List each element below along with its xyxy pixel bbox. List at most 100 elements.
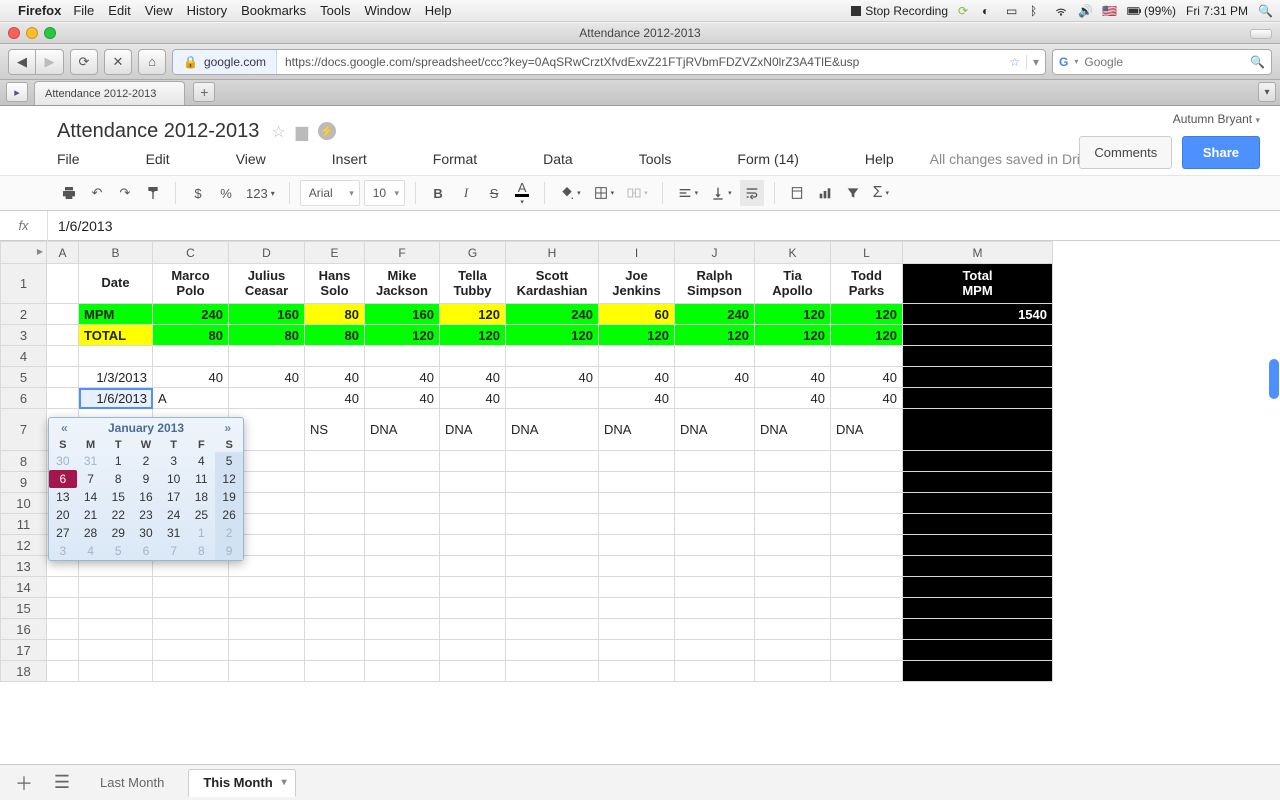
cell[interactable] — [365, 472, 440, 493]
calendar-day[interactable]: 24 — [160, 506, 188, 524]
cell[interactable] — [305, 640, 365, 661]
cell[interactable] — [79, 661, 153, 682]
cell[interactable] — [506, 346, 599, 367]
docs-menu-help[interactable]: Help — [865, 151, 894, 167]
col-head-F[interactable]: F — [365, 242, 440, 264]
header-cell[interactable]: JuliusCeasar — [229, 264, 305, 304]
row-head-2[interactable]: 2 — [1, 304, 47, 325]
cell[interactable] — [365, 661, 440, 682]
docs-menu-edit[interactable]: Edit — [146, 151, 170, 167]
docs-menu-format[interactable]: Format — [433, 151, 477, 167]
cell[interactable] — [153, 619, 229, 640]
cell[interactable]: TOTAL — [79, 325, 153, 346]
stop-recording-button[interactable]: Stop Recording — [851, 4, 948, 18]
cell[interactable]: 60 — [599, 304, 675, 325]
cell[interactable] — [305, 619, 365, 640]
calendar-day[interactable]: 19 — [215, 488, 243, 506]
mac-menu-help[interactable]: Help — [425, 3, 452, 18]
calendar-day[interactable]: 7 — [77, 470, 105, 488]
cell[interactable]: 40 — [365, 388, 440, 409]
cell[interactable]: DNA — [506, 409, 599, 451]
calendar-day[interactable]: 8 — [104, 470, 132, 488]
header-cell[interactable]: TellaTubby — [440, 264, 506, 304]
header-cell[interactable]: ScottKardashian — [506, 264, 599, 304]
cell[interactable]: DNA — [440, 409, 506, 451]
docs-menu-view[interactable]: View — [236, 151, 266, 167]
add-sheet-button[interactable]: ＋ — [10, 769, 38, 797]
row-head-12[interactable]: 12 — [1, 535, 47, 556]
docs-menu-insert[interactable]: Insert — [332, 151, 367, 167]
cell[interactable] — [153, 661, 229, 682]
docs-menu-tools[interactable]: Tools — [639, 151, 672, 167]
cell[interactable]: 40 — [599, 367, 675, 388]
cell[interactable] — [506, 640, 599, 661]
window-zoom-button[interactable] — [44, 27, 56, 39]
col-head-I[interactable]: I — [599, 242, 675, 264]
cell[interactable]: 40 — [831, 388, 903, 409]
font-size-select[interactable]: 10 — [364, 180, 405, 206]
cell[interactable] — [755, 514, 831, 535]
cell[interactable] — [831, 535, 903, 556]
cell[interactable]: 240 — [675, 304, 755, 325]
calendar-day[interactable]: 13 — [49, 488, 77, 506]
row-head-10[interactable]: 10 — [1, 493, 47, 514]
header-cell[interactable]: MarcoPolo — [153, 264, 229, 304]
fill-color-button[interactable]: ▾ — [555, 180, 585, 206]
cell[interactable]: 120 — [365, 325, 440, 346]
cell[interactable] — [365, 514, 440, 535]
cell[interactable] — [47, 619, 79, 640]
align-h-button[interactable]: ▾ — [673, 180, 703, 206]
account-menu[interactable]: Autumn Bryant ▾ — [1079, 112, 1260, 126]
browser-search-bar[interactable]: G ▾ 🔍 — [1052, 49, 1272, 75]
cell[interactable] — [229, 577, 305, 598]
row-head-9[interactable]: 9 — [1, 472, 47, 493]
cell[interactable]: DNA — [831, 409, 903, 451]
site-identity[interactable]: 🔒 google.com — [173, 50, 277, 74]
cell[interactable] — [755, 619, 831, 640]
cell[interactable] — [755, 346, 831, 367]
cell[interactable]: 1/3/2013 — [79, 367, 153, 388]
cell[interactable]: A — [153, 388, 229, 409]
filter-button[interactable] — [841, 180, 865, 206]
cell[interactable] — [440, 661, 506, 682]
cell[interactable] — [903, 598, 1053, 619]
mac-menu-bookmarks[interactable]: Bookmarks — [241, 3, 306, 18]
date-picker[interactable]: « January 2013 » SMTWTFS3031123456789101… — [48, 417, 244, 561]
cell[interactable] — [903, 388, 1053, 409]
header-cell[interactable]: HansSolo — [305, 264, 365, 304]
cell[interactable] — [755, 535, 831, 556]
cell[interactable] — [599, 661, 675, 682]
cell[interactable] — [506, 619, 599, 640]
header-cell[interactable] — [47, 264, 79, 304]
calendar-day[interactable]: 27 — [49, 524, 77, 542]
calendar-day[interactable]: 6 — [49, 470, 77, 488]
all-sheets-button[interactable]: ☰ — [48, 769, 76, 797]
cell[interactable] — [675, 535, 755, 556]
docs-menu-form[interactable]: Form (14) — [737, 151, 798, 167]
cell[interactable] — [599, 493, 675, 514]
cell[interactable] — [599, 619, 675, 640]
cell[interactable] — [675, 556, 755, 577]
cell[interactable]: 40 — [755, 388, 831, 409]
cell[interactable] — [440, 535, 506, 556]
cell[interactable] — [506, 577, 599, 598]
cell[interactable] — [831, 514, 903, 535]
cell[interactable] — [675, 388, 755, 409]
merge-cells-button[interactable]: ▾ — [622, 180, 652, 206]
cell[interactable] — [903, 640, 1053, 661]
insert-link-button[interactable] — [785, 180, 809, 206]
cell[interactable] — [365, 535, 440, 556]
comments-button[interactable]: Comments — [1079, 136, 1172, 169]
col-head-D[interactable]: D — [229, 242, 305, 264]
cell[interactable] — [506, 388, 599, 409]
cell[interactable]: 40 — [153, 367, 229, 388]
calendar-day[interactable]: 22 — [104, 506, 132, 524]
col-head-corner[interactable]: ▶ — [1, 242, 47, 264]
header-cell[interactable]: JoeJenkins — [599, 264, 675, 304]
cell[interactable] — [755, 472, 831, 493]
cell[interactable] — [365, 640, 440, 661]
cell[interactable] — [79, 619, 153, 640]
cell[interactable] — [440, 640, 506, 661]
cell[interactable]: 40 — [831, 367, 903, 388]
cell[interactable] — [440, 472, 506, 493]
